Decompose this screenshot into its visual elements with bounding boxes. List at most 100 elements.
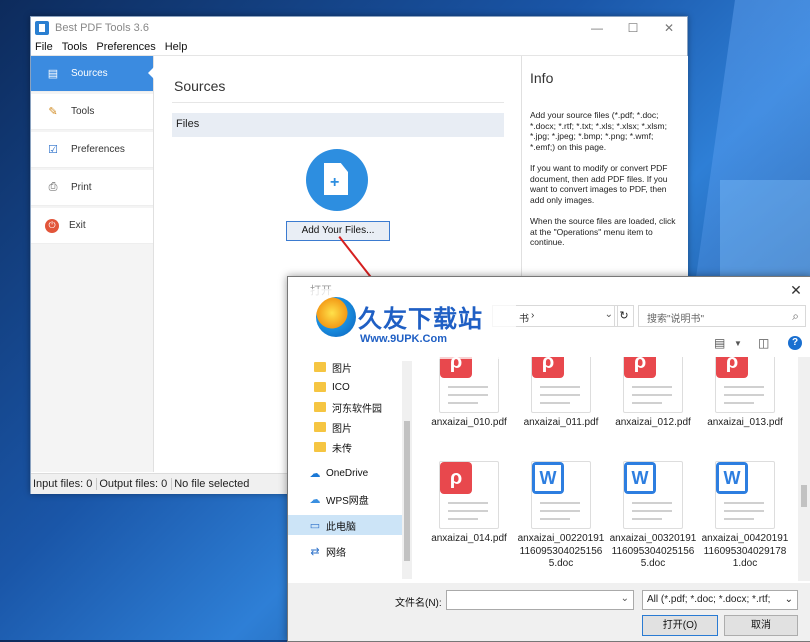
- sidebar-item-label: Exit: [69, 220, 86, 231]
- file-item[interactable]: W anxaizai_00420191116095304029​1781.doc: [700, 461, 790, 571]
- filename-input[interactable]: ⌄: [446, 590, 634, 610]
- file-name: anxaizai_013.pdf: [707, 417, 783, 428]
- refresh-icon[interactable]: ↻: [614, 305, 634, 327]
- title-bar: Best PDF Tools 3.6 — ☐ ✕: [31, 17, 687, 38]
- doc-file-icon: W: [715, 461, 775, 529]
- power-icon: ⏻: [45, 218, 59, 233]
- nav-item-this-pc[interactable]: ▭ 此电脑: [288, 515, 402, 535]
- cloud-icon: ☁: [309, 467, 321, 480]
- chevron-down-icon[interactable]: ⌄: [785, 594, 793, 605]
- sidebar-item-label: Print: [71, 182, 92, 193]
- preview-pane-icon[interactable]: ◫: [758, 336, 769, 350]
- chevron-down-icon[interactable]: ▼: [734, 339, 742, 348]
- sidebar-item-preferences[interactable]: ☑ Preferences: [31, 132, 153, 168]
- nav-item-label: OneDrive: [326, 467, 369, 479]
- search-icon: ⌕: [792, 309, 799, 323]
- nav-item-label: 图片: [332, 423, 352, 435]
- sources-icon: ▤: [47, 68, 59, 80]
- tools-icon: ✎: [48, 106, 58, 118]
- chevron-down-icon[interactable]: ⌄: [605, 309, 613, 320]
- file-item[interactable]: ρ anxaizai_014.pdf: [424, 461, 514, 546]
- page-title: Sources: [174, 78, 226, 94]
- open-file-dialog: 打开 ✕ 书 › ⌄ ↻ 搜索"说明书" ⌕ ▤ ▼ ◫ ? 图片 ICO 河东…: [287, 276, 810, 642]
- file-item[interactable]: ρ anxaizai_011.pdf: [516, 357, 606, 430]
- file-item[interactable]: ρ anxaizai_010.pdf: [424, 357, 514, 430]
- file-grid: ρ anxaizai_010.pdf ρ anxaizai_011.pdf ρ …: [424, 357, 794, 581]
- menu-tools[interactable]: Tools: [58, 41, 93, 53]
- file-item[interactable]: ρ anxaizai_013.pdf: [700, 357, 790, 430]
- search-input[interactable]: 搜索"说明书" ⌕: [638, 305, 806, 327]
- pdf-file-icon: ρ: [439, 461, 499, 529]
- open-button[interactable]: 打开(O): [642, 615, 718, 636]
- sidebar-item-print[interactable]: ⎙ Print: [31, 170, 153, 206]
- close-icon[interactable]: ✕: [651, 21, 687, 35]
- sidebar: ▤ Sources ✎ Tools ☑ Preferences ⎙ Print …: [31, 56, 154, 472]
- sidebar-item-exit[interactable]: ⏻ Exit: [31, 208, 153, 244]
- nav-item-folder[interactable]: ICO: [288, 377, 402, 397]
- nav-item-folder[interactable]: 图片: [288, 357, 402, 377]
- info-text-3: When the source files are loaded, click …: [530, 216, 676, 248]
- file-item[interactable]: ρ anxaizai_012.pdf: [608, 357, 698, 430]
- folder-icon: [314, 382, 326, 392]
- menu-help[interactable]: Help: [161, 41, 193, 53]
- minimize-icon[interactable]: —: [579, 21, 615, 35]
- watermark-name: 久友下载站: [358, 306, 483, 333]
- nav-item-wps[interactable]: ☁ WPS网盘: [288, 489, 402, 509]
- file-name: anxaizai_010.pdf: [431, 417, 507, 428]
- scroll-thumb[interactable]: [404, 421, 410, 561]
- file-item[interactable]: W anxaizai_00320191116095304025​1565.doc: [608, 461, 698, 571]
- chevron-down-icon[interactable]: ⌄: [621, 593, 629, 604]
- close-icon[interactable]: ✕: [781, 282, 810, 299]
- status-output-files: Output files: 0: [97, 478, 173, 490]
- printer-icon: ⎙: [48, 181, 58, 193]
- nav-item-label: 网络: [326, 547, 346, 559]
- info-title: Info: [530, 70, 554, 86]
- preferences-icon: ☑: [48, 144, 58, 156]
- pdf-file-icon: ρ: [531, 357, 591, 413]
- nav-item-onedrive[interactable]: ☁ OneDrive: [288, 463, 402, 483]
- maximize-icon[interactable]: ☐: [615, 21, 651, 35]
- file-name: anxaizai_014.pdf: [431, 533, 507, 544]
- nav-item-folder[interactable]: 图片: [288, 417, 402, 437]
- nav-item-label: 此电脑: [326, 521, 356, 533]
- files-header: Files: [172, 113, 504, 137]
- sidebar-item-label: Sources: [71, 68, 108, 79]
- menu-preferences[interactable]: Preferences: [92, 41, 160, 53]
- address-path: 书: [519, 314, 529, 325]
- divider: [172, 102, 504, 103]
- navigation-pane: 图片 ICO 河东软件园 图片 未传 ☁ OneDrive ☁ WPS网盘 ▭ 此电脑…: [288, 357, 412, 581]
- view-options-icon[interactable]: ▤: [714, 336, 725, 350]
- sidebar-item-sources[interactable]: ▤ Sources: [31, 56, 154, 92]
- nav-item-folder[interactable]: 未传: [288, 437, 402, 457]
- menu-file[interactable]: File: [31, 41, 58, 53]
- sidebar-item-label: Tools: [71, 106, 95, 117]
- status-selection: No file selected: [174, 478, 250, 490]
- add-file-icon[interactable]: +: [306, 149, 368, 211]
- file-type-select[interactable]: All (*.pdf; *.doc; *.docx; *.rtf; ⌄: [642, 590, 798, 610]
- folder-icon: [314, 402, 326, 412]
- pdf-file-icon: ρ: [623, 357, 683, 413]
- nav-item-folder[interactable]: 河东软件园: [288, 397, 402, 417]
- file-name: anxaizai_011.pdf: [523, 417, 599, 428]
- nav-item-label: 图片: [332, 363, 352, 375]
- app-icon: [35, 20, 49, 35]
- add-files-button[interactable]: Add Your Files...: [286, 221, 390, 241]
- doc-file-icon: W: [623, 461, 683, 529]
- network-icon: ⇄: [310, 545, 320, 558]
- scroll-thumb[interactable]: [801, 485, 807, 507]
- doc-file-icon: W: [531, 461, 591, 529]
- dialog-footer: 文件名(N): ⌄ All (*.pdf; *.doc; *.docx; *.r…: [288, 583, 810, 641]
- files-label: Files: [176, 118, 200, 130]
- computer-icon: ▭: [309, 519, 321, 532]
- nav-item-label: 未传: [332, 443, 352, 455]
- file-item[interactable]: W anxaizai_00220191116095304025​1565.doc: [516, 461, 606, 571]
- nav-item-network[interactable]: ⇄ 网络: [288, 541, 402, 561]
- nav-scrollbar[interactable]: [402, 361, 412, 579]
- filename-label: 文件名(N):: [395, 598, 442, 609]
- cancel-button[interactable]: 取消: [724, 615, 798, 636]
- sidebar-item-tools[interactable]: ✎ Tools: [31, 94, 153, 130]
- folder-icon: [314, 362, 326, 372]
- watermark-logo-icon: [316, 297, 356, 337]
- help-icon[interactable]: ?: [788, 336, 802, 350]
- file-grid-scrollbar[interactable]: [798, 357, 810, 581]
